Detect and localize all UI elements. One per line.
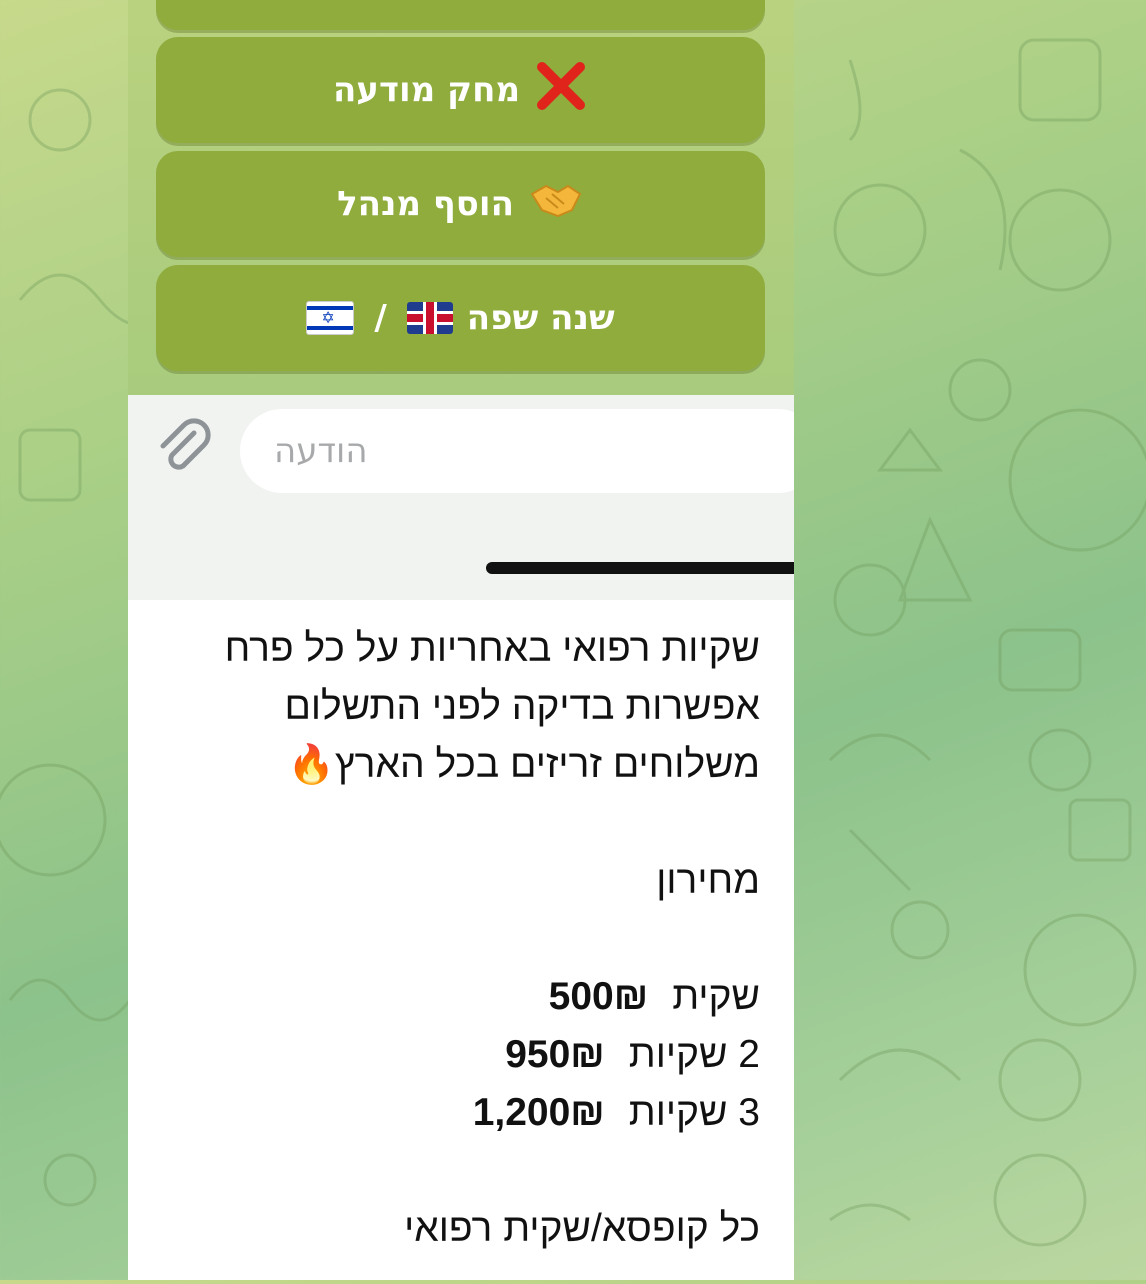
post-footer-line: כל קופסא/שקית רפואי <box>404 1207 760 1250</box>
message-composer: הודעה <box>128 395 794 600</box>
delete-message-button[interactable]: מחק מודעה <box>156 37 765 143</box>
message-input[interactable]: הודעה <box>240 409 794 493</box>
price-value: 500₪ <box>548 975 649 1018</box>
israel-flag-icon: ✡ <box>306 301 355 335</box>
chat-area: מחק מודעה הוסף מנהל שנה שפה / ✡ <box>128 0 794 395</box>
price-row: שקית 500₪ <box>160 968 760 1026</box>
post-content: שקיות רפואי באחריות על כל פרח אפשרות בדי… <box>128 602 794 1280</box>
price-value: 1,200₪ <box>472 1091 605 1134</box>
flag-separator: / <box>374 298 387 338</box>
change-language-button[interactable]: שנה שפה / ✡ <box>156 265 765 371</box>
pricelist-title: מחירון <box>656 859 760 902</box>
post-line: אפשרות בדיקה לפני התשלום <box>284 685 760 728</box>
home-indicator <box>486 562 794 574</box>
price-label: 2 שקיות <box>628 1033 760 1076</box>
handshake-icon <box>528 180 584 228</box>
price-label: שקית <box>672 975 760 1018</box>
paperclip-icon[interactable] <box>154 417 214 477</box>
price-value: 950₪ <box>505 1033 605 1076</box>
price-row: 3 שקיות 1,200₪ <box>160 1084 760 1142</box>
post-text: שקיות רפואי באחריות על כל פרח אפשרות בדי… <box>160 620 760 1258</box>
message-input-placeholder: הודעה <box>274 431 368 471</box>
post-line: משלוחים זריזים בכל הארץ🔥 <box>160 736 760 794</box>
add-admin-label: הוסף מנהל <box>337 184 514 224</box>
keyboard-button-partial[interactable] <box>156 0 765 30</box>
post-line: שקיות רפואי באחריות על כל פרח <box>224 627 760 670</box>
price-label: 3 שקיות <box>628 1091 760 1134</box>
red-x-icon <box>534 59 588 121</box>
add-admin-button[interactable]: הוסף מנהל <box>156 151 765 257</box>
uk-flag-icon <box>406 302 453 334</box>
fire-icon: 🔥 <box>287 744 335 786</box>
price-row: 2 שקיות 950₪ <box>160 1026 760 1084</box>
delete-message-label: מחק מודעה <box>332 70 521 110</box>
change-language-label: שנה שפה <box>466 298 615 338</box>
phone-screen: מחק מודעה הוסף מנהל שנה שפה / ✡ הודעה שק… <box>128 0 794 1280</box>
post-line-text: משלוחים זריזים בכל הארץ <box>334 743 760 786</box>
